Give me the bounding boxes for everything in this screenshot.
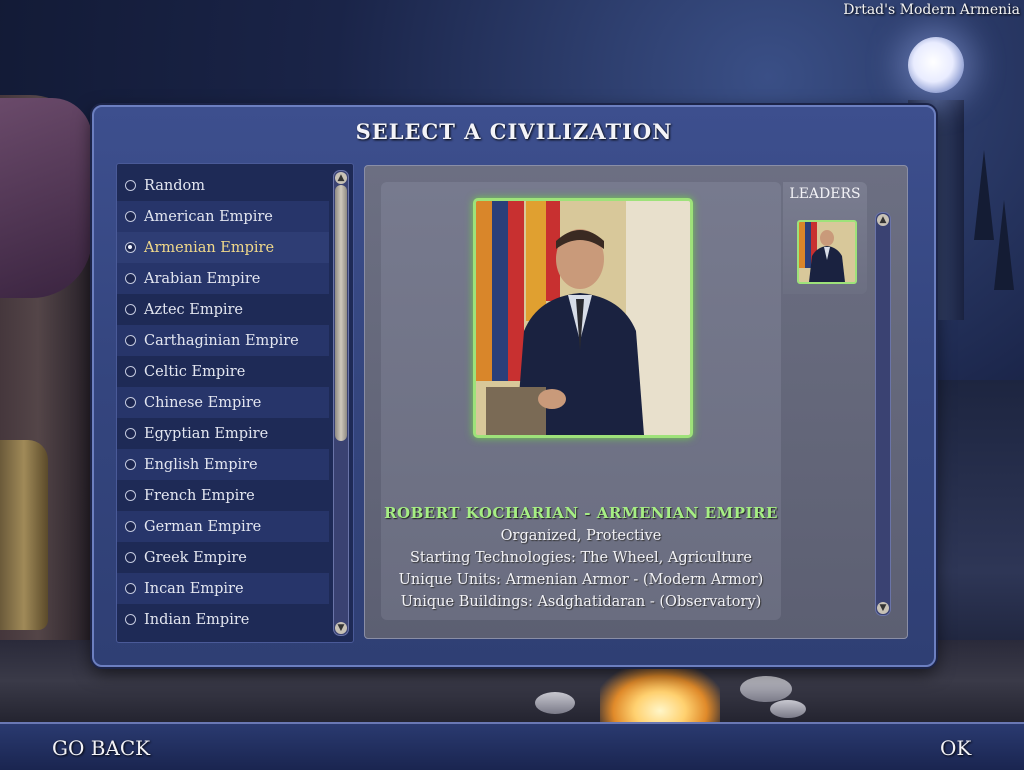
civilization-option[interactable]: American Empire (117, 201, 329, 232)
civilization-label: Carthaginian Empire (144, 332, 299, 349)
radio-icon[interactable] (125, 273, 136, 284)
radio-icon[interactable] (125, 366, 136, 377)
leader-traits: Organized, Protective (500, 528, 662, 544)
unique-buildings: Unique Buildings: Asdghatidaran - (Obser… (400, 594, 762, 610)
background-warrior-cloak (0, 98, 92, 298)
civilization-label: Celtic Empire (144, 363, 246, 380)
radio-icon[interactable] (125, 211, 136, 222)
civilization-option[interactable]: Random (117, 170, 329, 201)
leader-info-panel: ROBERT KOCHARIAN - ARMENIAN EMPIRE Organ… (364, 165, 908, 639)
radio-icon[interactable] (125, 552, 136, 563)
scrollbar-thumb[interactable] (335, 185, 347, 441)
civilization-label: English Empire (144, 456, 258, 473)
background-tree (994, 200, 1014, 290)
civilization-label: Arabian Empire (144, 270, 261, 287)
civilization-select-dialog: SELECT A CIVILIZATION Random American Emp… (92, 105, 936, 667)
footer-bar: GO BACK OK (0, 722, 1024, 770)
civilization-label: American Empire (144, 208, 273, 225)
leaders-scrollbar[interactable]: ▲ ▼ (875, 212, 891, 616)
leaders-title: LEADERS (789, 186, 861, 202)
scroll-down-arrow-icon[interactable]: ▼ (877, 602, 889, 614)
starting-technologies: Starting Technologies: The Wheel, Agricu… (409, 550, 753, 566)
civilization-list-scrollbar[interactable]: ▲ ▼ (333, 170, 349, 636)
radio-icon[interactable] (125, 180, 136, 191)
radio-icon[interactable] (125, 304, 136, 315)
radio-icon[interactable] (125, 614, 136, 625)
leader-thumbnail-image (799, 222, 855, 282)
dialog-title: SELECT A CIVILIZATION (355, 119, 673, 144)
background-rock (535, 692, 575, 714)
go-back-button[interactable]: GO BACK (52, 736, 150, 760)
civilization-label: French Empire (144, 487, 255, 504)
campfire-icon (600, 666, 720, 722)
civilization-option[interactable]: Arabian Empire (117, 263, 329, 294)
radio-icon[interactable] (125, 583, 136, 594)
scroll-up-arrow-icon[interactable]: ▲ (877, 214, 889, 226)
radio-selected-icon[interactable] (125, 242, 136, 253)
leader-name: ROBERT KOCHARIAN - ARMENIAN EMPIRE (384, 504, 778, 522)
civilization-option[interactable]: Aztec Empire (117, 294, 329, 325)
civilization-label: Greek Empire (144, 549, 247, 566)
civilization-option[interactable]: Chinese Empire (117, 387, 329, 418)
radio-icon[interactable] (125, 428, 136, 439)
radio-icon[interactable] (125, 459, 136, 470)
civilization-label: Incan Empire (144, 580, 244, 597)
civilization-label: Armenian Empire (144, 239, 275, 256)
civilization-label: Chinese Empire (144, 394, 262, 411)
civilization-option[interactable]: English Empire (117, 449, 329, 480)
background-tree (974, 150, 994, 240)
scroll-down-arrow-icon[interactable]: ▼ (335, 622, 347, 634)
ok-button[interactable]: OK (940, 736, 971, 760)
background-rock (770, 700, 806, 718)
civilization-option[interactable]: German Empire (117, 511, 329, 542)
radio-icon[interactable] (125, 335, 136, 346)
civilization-label: Indian Empire (144, 611, 250, 628)
civilization-label: Egyptian Empire (144, 425, 269, 442)
unique-units: Unique Units: Armenian Armor - (Modern A… (398, 572, 764, 588)
leader-portrait (473, 198, 693, 438)
civilization-option[interactable]: Celtic Empire (117, 356, 329, 387)
civilization-option[interactable]: Greek Empire (117, 542, 329, 573)
background-warrior-shield (0, 440, 48, 630)
civilization-option[interactable]: Carthaginian Empire (117, 325, 329, 356)
scroll-up-arrow-icon[interactable]: ▲ (335, 172, 347, 184)
leader-details: ROBERT KOCHARIAN - ARMENIAN EMPIRE Organ… (381, 182, 781, 620)
civilization-option[interactable]: Incan Empire (117, 573, 329, 604)
leader-thumbnail[interactable] (797, 220, 857, 284)
background-rock (740, 676, 792, 702)
civilization-label: Random (144, 177, 205, 194)
radio-icon[interactable] (125, 521, 136, 532)
civilization-option[interactable]: Indian Empire (117, 604, 329, 635)
radio-icon[interactable] (125, 490, 136, 501)
mod-title: Drtad's Modern Armenia (843, 2, 1020, 18)
leaders-panel: LEADERS (783, 182, 867, 294)
moon-icon (908, 37, 964, 93)
leader-portrait-image (476, 201, 690, 435)
civilization-label: Aztec Empire (144, 301, 244, 318)
radio-icon[interactable] (125, 397, 136, 408)
civilization-option[interactable]: Egyptian Empire (117, 418, 329, 449)
civilization-option[interactable]: French Empire (117, 480, 329, 511)
civilization-label: German Empire (144, 518, 262, 535)
civilization-option[interactable]: Armenian Empire (117, 232, 329, 263)
civilization-list: Random American Empire Armenian Empire Arab… (116, 163, 354, 643)
